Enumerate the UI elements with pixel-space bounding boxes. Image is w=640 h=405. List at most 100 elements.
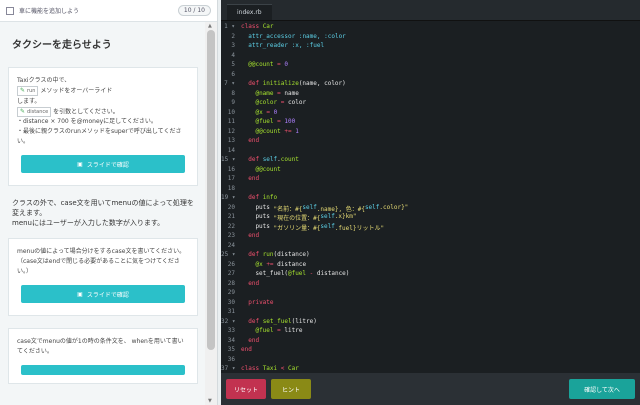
code-line[interactable]: 10 @x = 0 [221,109,640,119]
code-token: def [248,156,263,163]
code-line[interactable]: 7 ▾ def initialize (name, color) [221,80,640,90]
slide-icon: ▣ [77,160,83,168]
line-number: 4 [231,51,235,59]
code-line[interactable]: 32 ▾ def set_fuel (litre) [221,318,640,328]
code-token: color [284,99,307,106]
code-line[interactable]: 16 @@count [221,166,640,176]
code-line[interactable]: 22 puts "ガソリン量：#{self .fuel}リットル" [221,223,640,233]
lesson-text: クラスの外で、case文を用いてmenuの値によって処理を変えます。 menuに… [12,198,194,228]
code-line[interactable]: 9 @color = color [221,99,640,109]
code-token: run [262,251,274,258]
instruction-card-1: Taxiクラスの中で、 ✎ run メソッドをオーバーライド します。 ✎ dist… [8,67,198,186]
code-line[interactable]: 23 end [221,232,640,242]
code-token: += [284,127,292,135]
line-number: 32 ▾ [221,317,236,325]
view-slide-button[interactable] [21,365,185,375]
code-token: (name, color) [298,80,346,87]
code-editor[interactable]: 1 ▾ class Car 2 attr_accessor :name, :colo… [221,21,640,373]
lesson-content[interactable]: タクシーを走らせよう Taxiクラスの中で、 ✎ run メソッドをオーバーライド… [0,22,206,405]
view-slide-button[interactable]: ▣ スライドで確認 [21,285,185,303]
code-token: Taxi [262,365,278,372]
line-number: 9 [231,99,235,106]
code-token: self [262,156,278,163]
code-token: count [280,156,299,163]
code-line[interactable]: 18 [221,185,640,195]
code-line[interactable]: 3 attr_reader :x, :fuel [221,42,640,52]
hint-button[interactable]: ヒント [271,379,311,399]
scroll-down-icon[interactable]: ▼ [208,398,212,404]
code-line[interactable]: 19 ▾ def info [221,194,640,204]
code-line[interactable]: 37 ▾ class Taxi < Car [221,365,640,373]
code-line[interactable]: 8 @name = name [221,90,640,100]
method-name-field[interactable]: ✎ run [17,86,39,96]
code-line[interactable]: 29 [221,289,640,299]
code-token: += [266,260,274,268]
code-line[interactable]: 20 puts "名前：#{self .name}, 色：#{self .color… [221,204,640,214]
code-line[interactable]: 2 attr_accessor :name, :color [221,33,640,43]
view-slide-button[interactable]: ▣ スライドで確認 [21,155,185,173]
code-line[interactable]: 34 end [221,337,640,347]
code-line[interactable]: 11 @fuel = 100 [221,118,640,128]
code-token: distance) [313,270,350,277]
line-number: 31 [227,308,235,315]
line-number: 5 [231,61,235,68]
code-line[interactable]: 6 [221,71,640,81]
scrollbar-thumb[interactable] [207,30,215,350]
code-line[interactable]: 15 ▾ def self. count [221,156,640,166]
argument-field[interactable]: ✎ distance [17,106,52,117]
code-token: (distance) [273,251,310,258]
code-line[interactable]: 12 @@count += 1 [221,128,640,138]
slide-counter[interactable]: 10 / 10 [177,5,211,16]
code-line[interactable]: 4 [221,52,640,62]
code-token: @fuel [287,270,307,277]
code-line[interactable]: 26 @x += distance [221,261,640,271]
code-token: @fuel [255,327,274,334]
card1-line1: Taxiクラスの中で、 [17,77,71,84]
code-line[interactable]: 36 [221,356,640,366]
code-line[interactable]: 14 [221,147,640,157]
code-token: self [364,203,380,211]
code-token: .x}km" [334,213,357,220]
code-line[interactable]: 33 @fuel = litre [221,327,640,337]
line-number: 19 ▾ [221,194,236,201]
code-token: attr_accessor [248,32,296,40]
code-line[interactable]: 21 puts "現在の位置：#{self .x}km" [221,213,640,223]
code-line[interactable]: 28 end [221,280,640,290]
lesson-scrollbar[interactable]: ▲ ▼ [205,22,217,405]
code-line[interactable]: 5 @@count = 0 [221,61,640,71]
file-tab[interactable]: index.rb [227,4,272,20]
code-line[interactable]: 30 private [221,299,640,309]
card2-line1: menuの値によって場合分けをするcase文を書いてください。 [17,248,186,255]
code-line[interactable]: 13 end [221,137,640,147]
code-line[interactable]: 17 end [221,175,640,185]
code-token: .fuel}リットル" [334,224,385,232]
submit-next-button[interactable]: 確認して次へ [569,379,635,399]
line-number: 15 ▾ [221,156,236,163]
line-number: 11 [227,118,235,125]
code-token: @x [255,108,263,116]
code-line[interactable]: 27 set_fuel(@fuel - distance) [221,270,640,280]
line-number: 37 ▾ [221,365,236,372]
code-token: self [302,203,317,211]
list-icon[interactable] [6,6,14,15]
line-number: 10 [227,108,235,116]
scroll-up-icon[interactable]: ▲ [208,23,212,29]
code-token: :name, :color [298,32,346,40]
code-line[interactable]: 35 end [221,346,640,356]
line-number: 27 [227,270,235,277]
line-number: 35 [227,346,235,353]
code-line[interactable]: 1 ▾ class Car [221,23,640,33]
line-number: 3 [231,42,235,49]
reset-button[interactable]: リセット [226,379,266,399]
code-line[interactable]: 24 [221,242,640,252]
code-token: attr_reader [248,42,288,49]
code-line[interactable]: 25 ▾ def run (distance) [221,251,640,261]
code-line[interactable]: 31 [221,308,640,318]
